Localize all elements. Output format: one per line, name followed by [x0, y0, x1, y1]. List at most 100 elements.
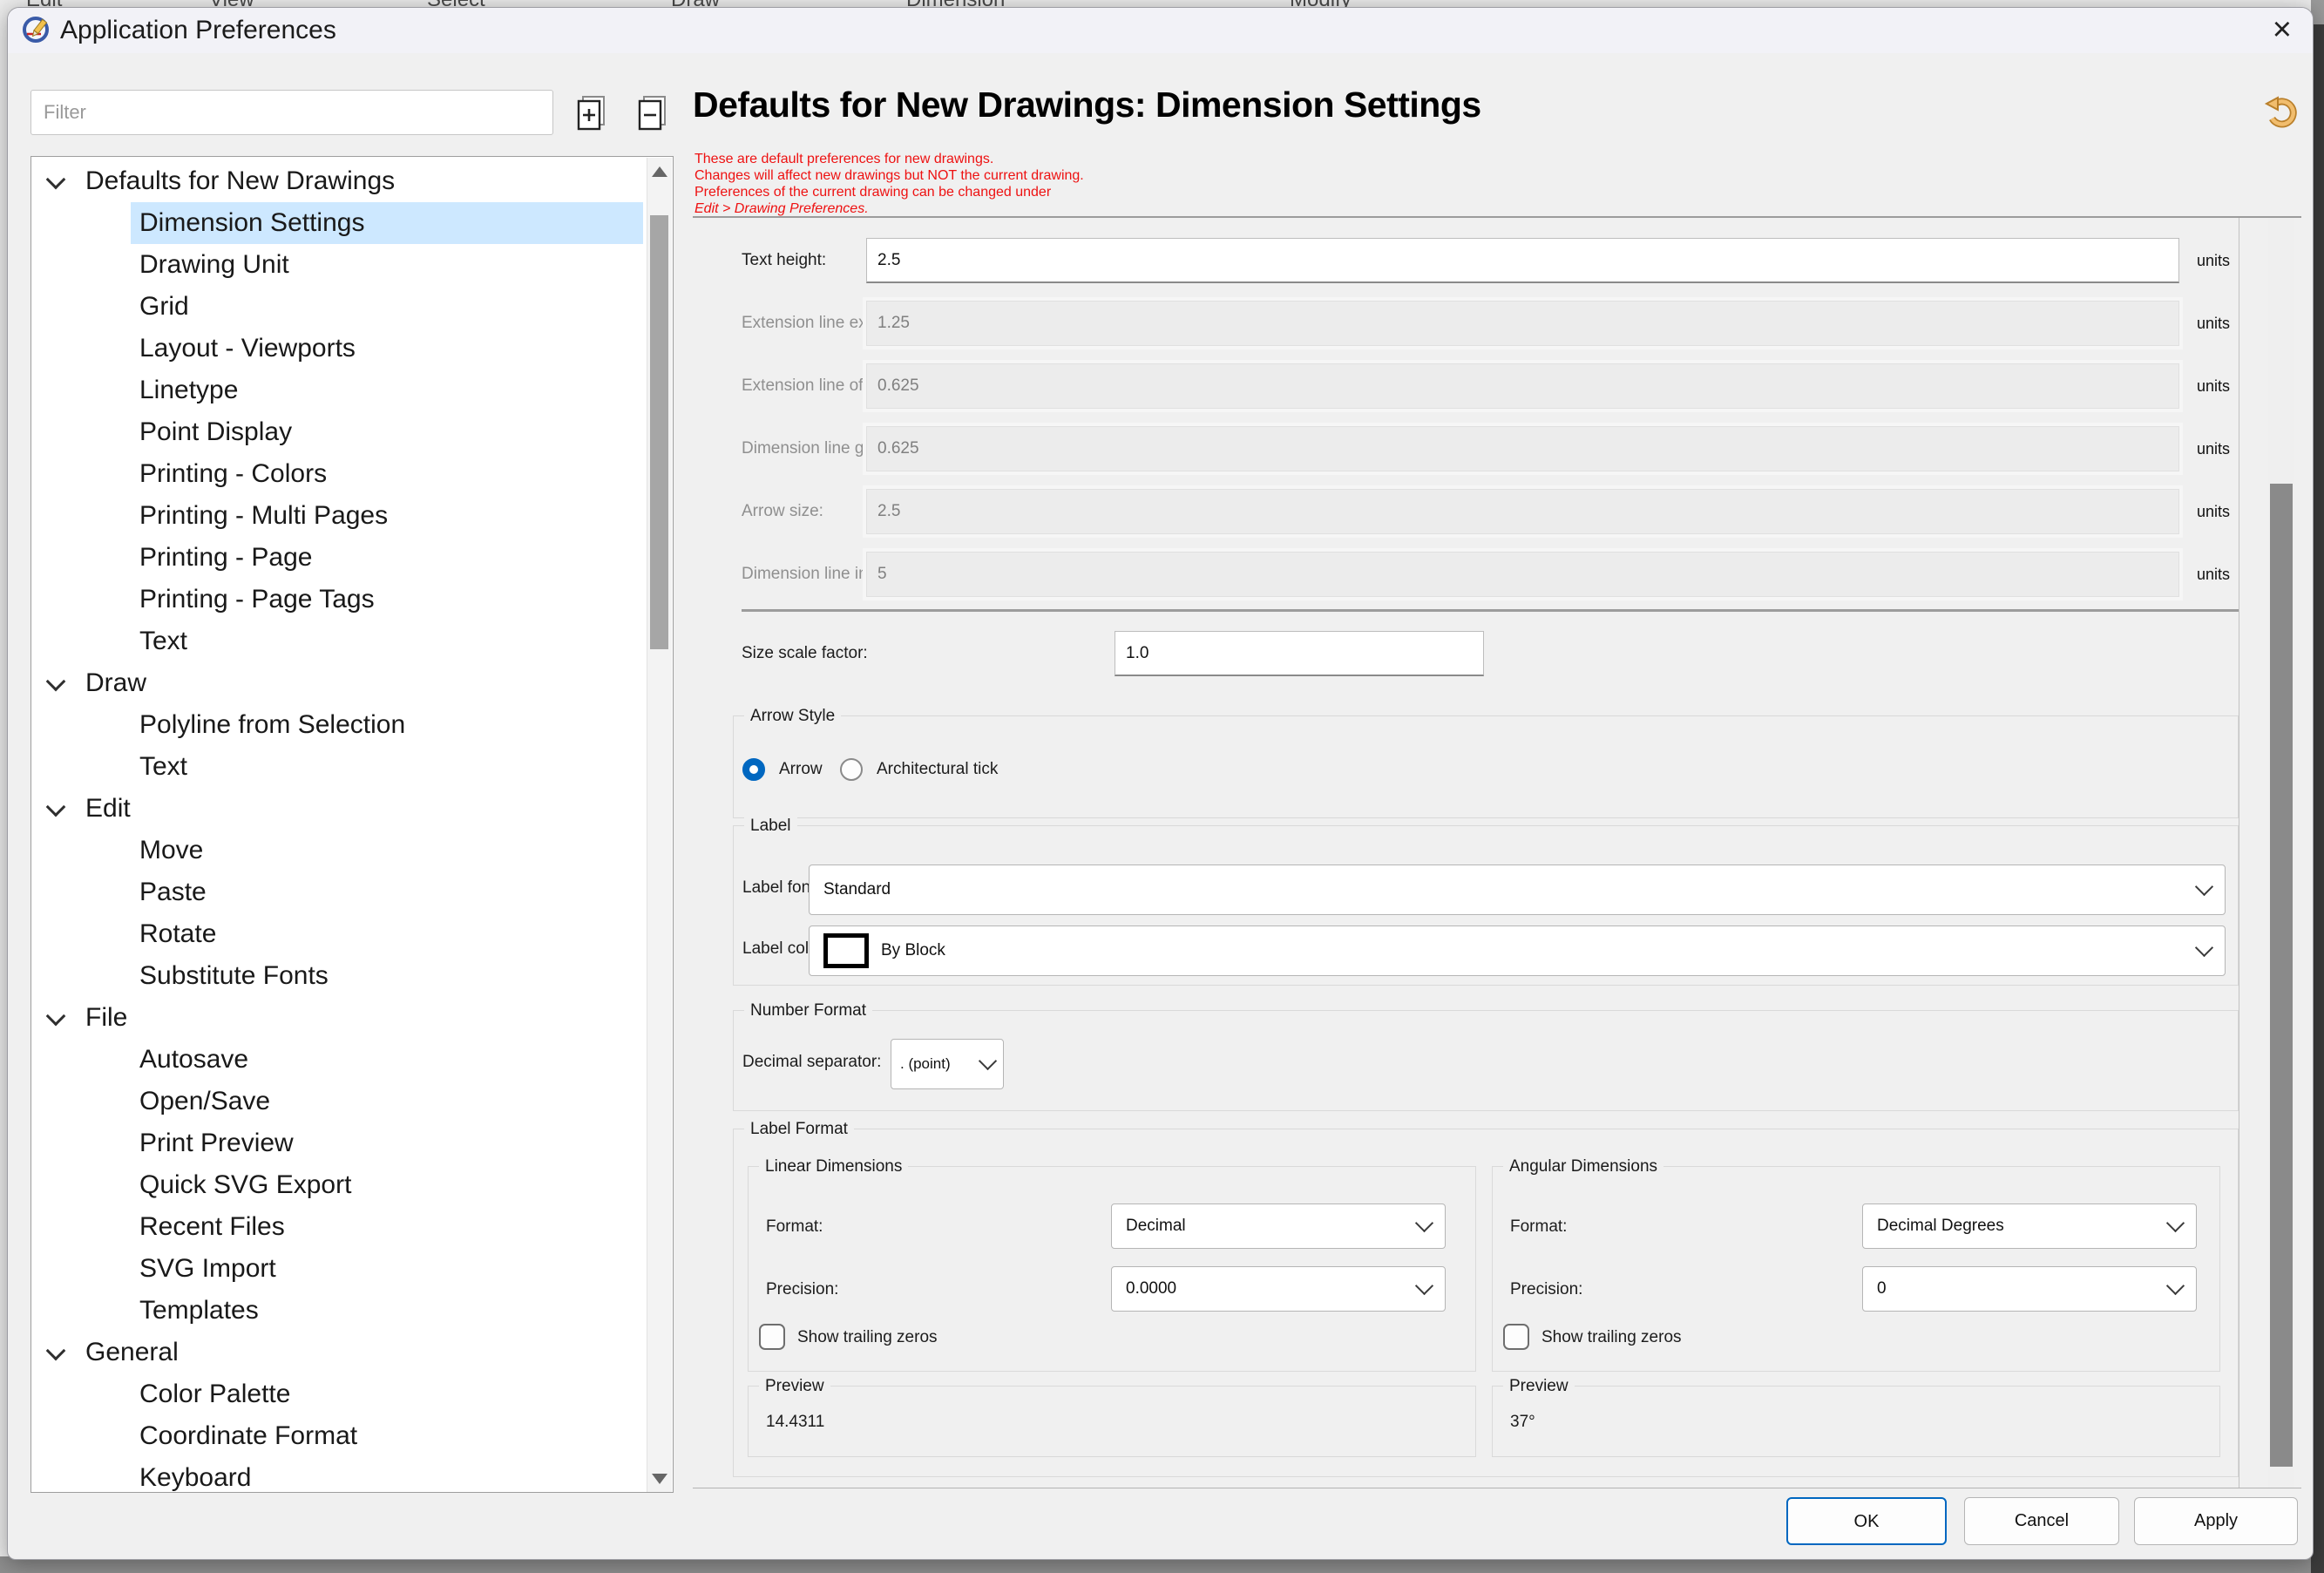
tree-item-printing-page[interactable]: Printing - Page: [31, 537, 647, 579]
size-scale-input[interactable]: 1.0: [1115, 631, 1484, 676]
tree-item-label: Templates: [139, 1290, 259, 1332]
tree-item-printing-page-tags[interactable]: Printing - Page Tags: [31, 579, 647, 620]
architectural-tick-radio-label[interactable]: Architectural tick: [877, 760, 998, 779]
angular-precision-dropdown[interactable]: 0: [1862, 1266, 2197, 1312]
tree-item-templates[interactable]: Templates: [31, 1290, 647, 1332]
background-menu-strip: EditViewSelectDrawDimensionModify: [0, 0, 2324, 7]
tree-item-linetype[interactable]: Linetype: [31, 370, 647, 411]
tree-item-label: Drawing Unit: [139, 244, 289, 286]
arrow-radio[interactable]: [742, 758, 765, 781]
tree-item-label: Keyboard: [139, 1457, 251, 1493]
linear-show-trailing-zeros-checkbox[interactable]: [759, 1324, 785, 1350]
tree-item-open-save[interactable]: Open/Save: [31, 1081, 647, 1122]
linear-format-dropdown[interactable]: Decimal: [1111, 1203, 1446, 1249]
tree-item-svg-import[interactable]: SVG Import: [31, 1248, 647, 1290]
chevron-down-icon: [2195, 878, 2213, 896]
warning-line: Preferences of the current drawing can b…: [694, 184, 1084, 200]
apply-button[interactable]: Apply: [2134, 1497, 2298, 1545]
label-group: Label Label font: Standard Label color: …: [733, 825, 2239, 986]
label-legend: Label: [744, 817, 797, 836]
angular-show-trailing-zeros-label[interactable]: Show trailing zeros: [1541, 1328, 1682, 1347]
angular-precision-label: Precision:: [1510, 1280, 1582, 1299]
arrow-style-legend: Arrow Style: [744, 707, 841, 726]
collapse-all-icon[interactable]: [634, 93, 674, 133]
expand-all-icon[interactable]: [573, 93, 613, 133]
ok-button[interactable]: OK: [1786, 1497, 1947, 1545]
tree-item-drawing-unit[interactable]: Drawing Unit: [31, 244, 647, 286]
tree-item-label: Printing - Page Tags: [139, 579, 375, 620]
preferences-tree[interactable]: Defaults for New DrawingsDimension Setti…: [30, 156, 674, 1493]
arrow-size-value: 2.5: [877, 502, 900, 521]
cancel-button[interactable]: Cancel: [1964, 1497, 2119, 1545]
tree-item-label: SVG Import: [139, 1248, 276, 1290]
chevron-down-icon[interactable]: [46, 1007, 66, 1027]
preview-legend: Preview: [1503, 1377, 1575, 1396]
tree-scrollbar[interactable]: [647, 158, 672, 1493]
tree-item-move[interactable]: Move: [31, 830, 647, 871]
arrow-radio-label[interactable]: Arrow: [779, 760, 823, 779]
warning-line: Changes will affect new drawings but NOT…: [694, 167, 1084, 184]
linear-precision-dropdown[interactable]: 0.0000: [1111, 1266, 1446, 1312]
tree-item-recent-files[interactable]: Recent Files: [31, 1206, 647, 1248]
tree-item-label: Paste: [139, 871, 207, 913]
tree-item-print-preview[interactable]: Print Preview: [31, 1122, 647, 1164]
tree-group-file[interactable]: File: [31, 997, 647, 1039]
chevron-down-icon[interactable]: [46, 797, 66, 817]
tree-item-layout-viewports[interactable]: Layout - Viewports: [31, 328, 647, 370]
tree-group-defaults-for-new-drawings[interactable]: Defaults for New Drawings: [31, 160, 647, 202]
tree-group-general[interactable]: General: [31, 1332, 647, 1373]
tree-item-text[interactable]: Text: [31, 746, 647, 788]
tree-item-dimension-settings[interactable]: Dimension Settings: [31, 202, 647, 244]
chevron-down-icon[interactable]: [46, 672, 66, 692]
angular-show-trailing-zeros-checkbox[interactable]: [1503, 1324, 1529, 1350]
tree-item-printing-colors[interactable]: Printing - Colors: [31, 453, 647, 495]
tree-item-quick-svg-export[interactable]: Quick SVG Export: [31, 1164, 647, 1206]
form-scrollbar[interactable]: [2268, 218, 2294, 1488]
label-format-legend: Label Format: [744, 1120, 854, 1139]
tree-item-label: Polyline from Selection: [139, 704, 405, 746]
dialog-titlebar[interactable]: Application Preferences ×: [8, 8, 2313, 53]
tree-item-paste[interactable]: Paste: [31, 871, 647, 913]
tree-group-draw[interactable]: Draw: [31, 662, 647, 704]
chevron-down-icon[interactable]: [46, 1341, 66, 1361]
scroll-down-icon[interactable]: [652, 1474, 667, 1484]
size-scale-value: 1.0: [1126, 644, 1148, 663]
tree-item-coordinate-format[interactable]: Coordinate Format: [31, 1415, 647, 1457]
label-font-dropdown[interactable]: Standard: [809, 864, 2226, 915]
text-height-input[interactable]: 2.5: [866, 238, 2179, 283]
tree-item-text[interactable]: Text: [31, 620, 647, 662]
form-scrollbar-thumb[interactable]: [2270, 484, 2293, 1467]
reset-to-defaults-icon[interactable]: [2263, 95, 2300, 132]
close-icon[interactable]: ×: [2273, 8, 2292, 53]
label-format-group: Label Format Linear Dimensions Format: D…: [733, 1129, 2239, 1477]
background-menu-dimension: Dimension: [906, 0, 1005, 7]
filter-input[interactable]: [30, 90, 553, 135]
decimal-separator-dropdown[interactable]: . (point): [891, 1039, 1004, 1089]
tree-group-edit[interactable]: Edit: [31, 788, 647, 830]
tree-item-rotate[interactable]: Rotate: [31, 913, 647, 955]
architectural-tick-radio[interactable]: [840, 758, 863, 781]
tree-item-label: Draw: [85, 662, 146, 704]
chevron-down-icon: [1415, 1277, 1433, 1295]
linear-show-trailing-zeros-label[interactable]: Show trailing zeros: [797, 1328, 938, 1347]
tree-item-label: Text: [139, 746, 187, 788]
angular-format-dropdown[interactable]: Decimal Degrees: [1862, 1203, 2197, 1249]
tree-item-keyboard[interactable]: Keyboard: [31, 1457, 647, 1493]
tree-item-autosave[interactable]: Autosave: [31, 1039, 647, 1081]
tree-item-grid[interactable]: Grid: [31, 286, 647, 328]
tree-scrollbar-thumb[interactable]: [650, 215, 668, 649]
label-color-dropdown[interactable]: By Block: [809, 925, 2226, 976]
tree-item-polyline-from-selection[interactable]: Polyline from Selection: [31, 704, 647, 746]
scroll-up-icon[interactable]: [652, 166, 667, 177]
chevron-down-icon: [1415, 1214, 1433, 1232]
tree-item-point-display[interactable]: Point Display: [31, 411, 647, 453]
units-label: units: [2197, 363, 2230, 409]
tree-item-printing-multi-pages[interactable]: Printing - Multi Pages: [31, 495, 647, 537]
angular-dimensions-group: Angular Dimensions Format: Decimal Degre…: [1492, 1166, 2220, 1372]
dialog-title: Application Preferences: [60, 8, 336, 53]
chevron-down-icon[interactable]: [46, 170, 66, 190]
tree-item-color-palette[interactable]: Color Palette: [31, 1373, 647, 1415]
tree-item-substitute-fonts[interactable]: Substitute Fonts: [31, 955, 647, 997]
extension-line-extension-value: 1.25: [877, 314, 910, 333]
label-color-value: By Block: [881, 941, 945, 960]
